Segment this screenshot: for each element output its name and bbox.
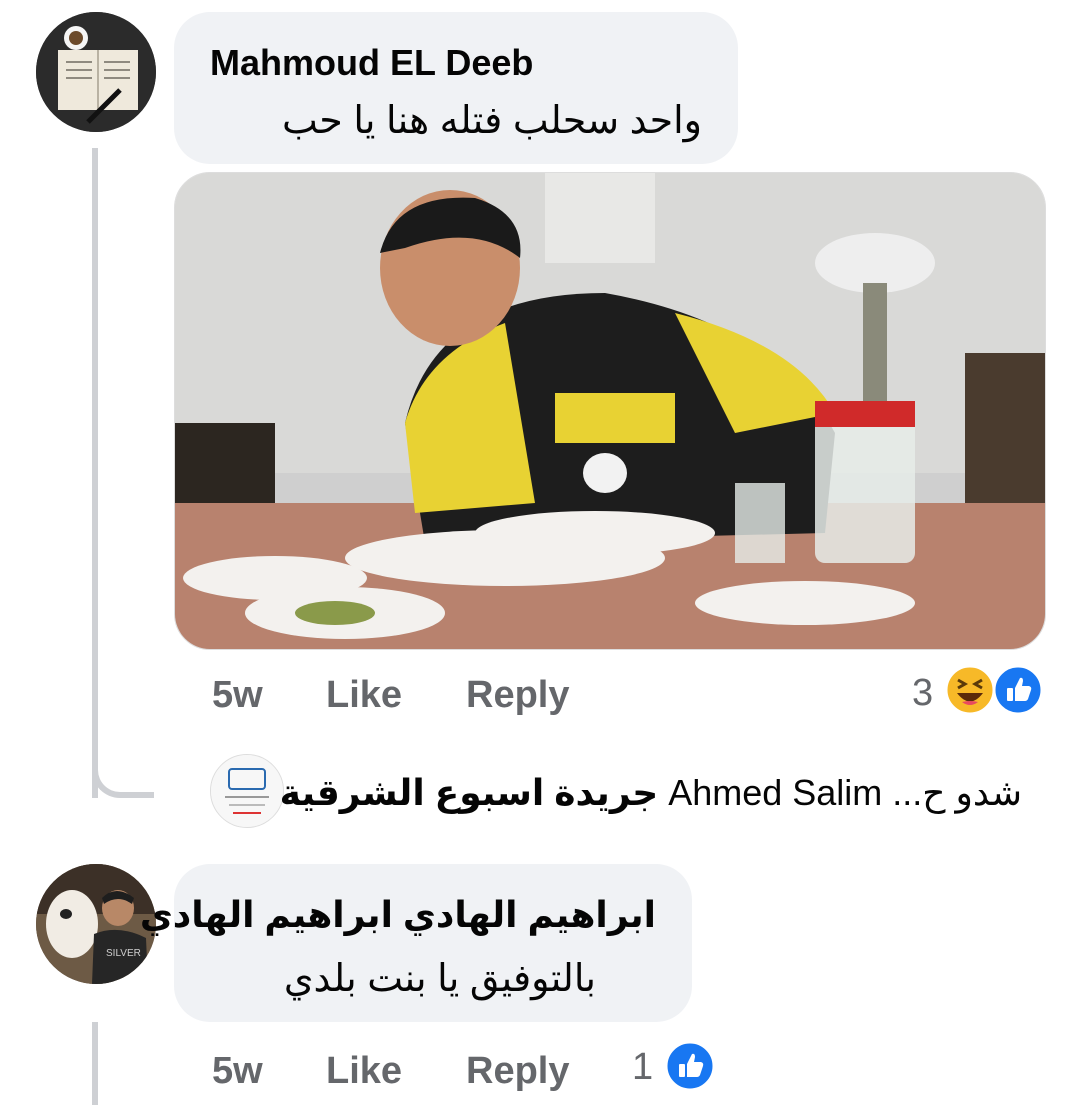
comment-text: بالتوفيق يا بنت بلدي — [283, 958, 596, 1000]
avatar-book-image — [36, 12, 156, 132]
avatar-person-dog-image: SILVER — [36, 864, 156, 984]
reply-author: جريدة اسبوع الشرقية — [279, 772, 659, 813]
comment-text: واحد سحلب فتله هنا يا حب — [281, 100, 702, 142]
comment-bubble: ابراهيم الهادي ابراهيم الهادي بالتوفيق ي… — [140, 864, 692, 1022]
newspaper-logo-icon — [211, 755, 283, 827]
like-icon[interactable] — [992, 664, 1044, 716]
comment-bubble: Mahmoud EL Deeb واحد سحلب فتله هنا يا حب — [174, 12, 738, 164]
comment-author[interactable]: Mahmoud EL Deeb — [210, 42, 533, 84]
reply-avatar[interactable] — [210, 754, 284, 828]
thread-line — [92, 148, 98, 798]
thread-branch-curve — [92, 760, 154, 798]
reply-button[interactable]: Reply — [466, 1050, 569, 1093]
svg-text:SILVER: SILVER — [106, 948, 141, 959]
avatar[interactable]: SILVER — [36, 864, 156, 984]
reply-mention: Ahmed Salim — [668, 772, 883, 813]
avatar[interactable] — [36, 12, 156, 132]
reply-preview[interactable]: شدو ح... Ahmed Salim جريدة اسبوع الشرقية — [280, 772, 1022, 814]
reply-button[interactable]: Reply — [466, 674, 569, 717]
comment-author[interactable]: ابراهيم الهادي ابراهيم الهادي — [140, 894, 656, 936]
reply-snippet: شدو ح... — [892, 772, 1022, 813]
like-icon[interactable] — [664, 1040, 716, 1092]
thread-line — [92, 1022, 98, 1105]
comment-time[interactable]: 5w — [212, 674, 263, 717]
comment-time[interactable]: 5w — [212, 1050, 263, 1093]
reaction-count[interactable]: 3 — [912, 672, 933, 715]
haha-icon[interactable] — [944, 664, 996, 716]
like-button[interactable]: Like — [326, 1050, 402, 1093]
comment-photo — [175, 173, 1045, 649]
like-button[interactable]: Like — [326, 674, 402, 717]
reaction-count[interactable]: 1 — [632, 1046, 653, 1089]
comment-image[interactable] — [174, 172, 1046, 650]
